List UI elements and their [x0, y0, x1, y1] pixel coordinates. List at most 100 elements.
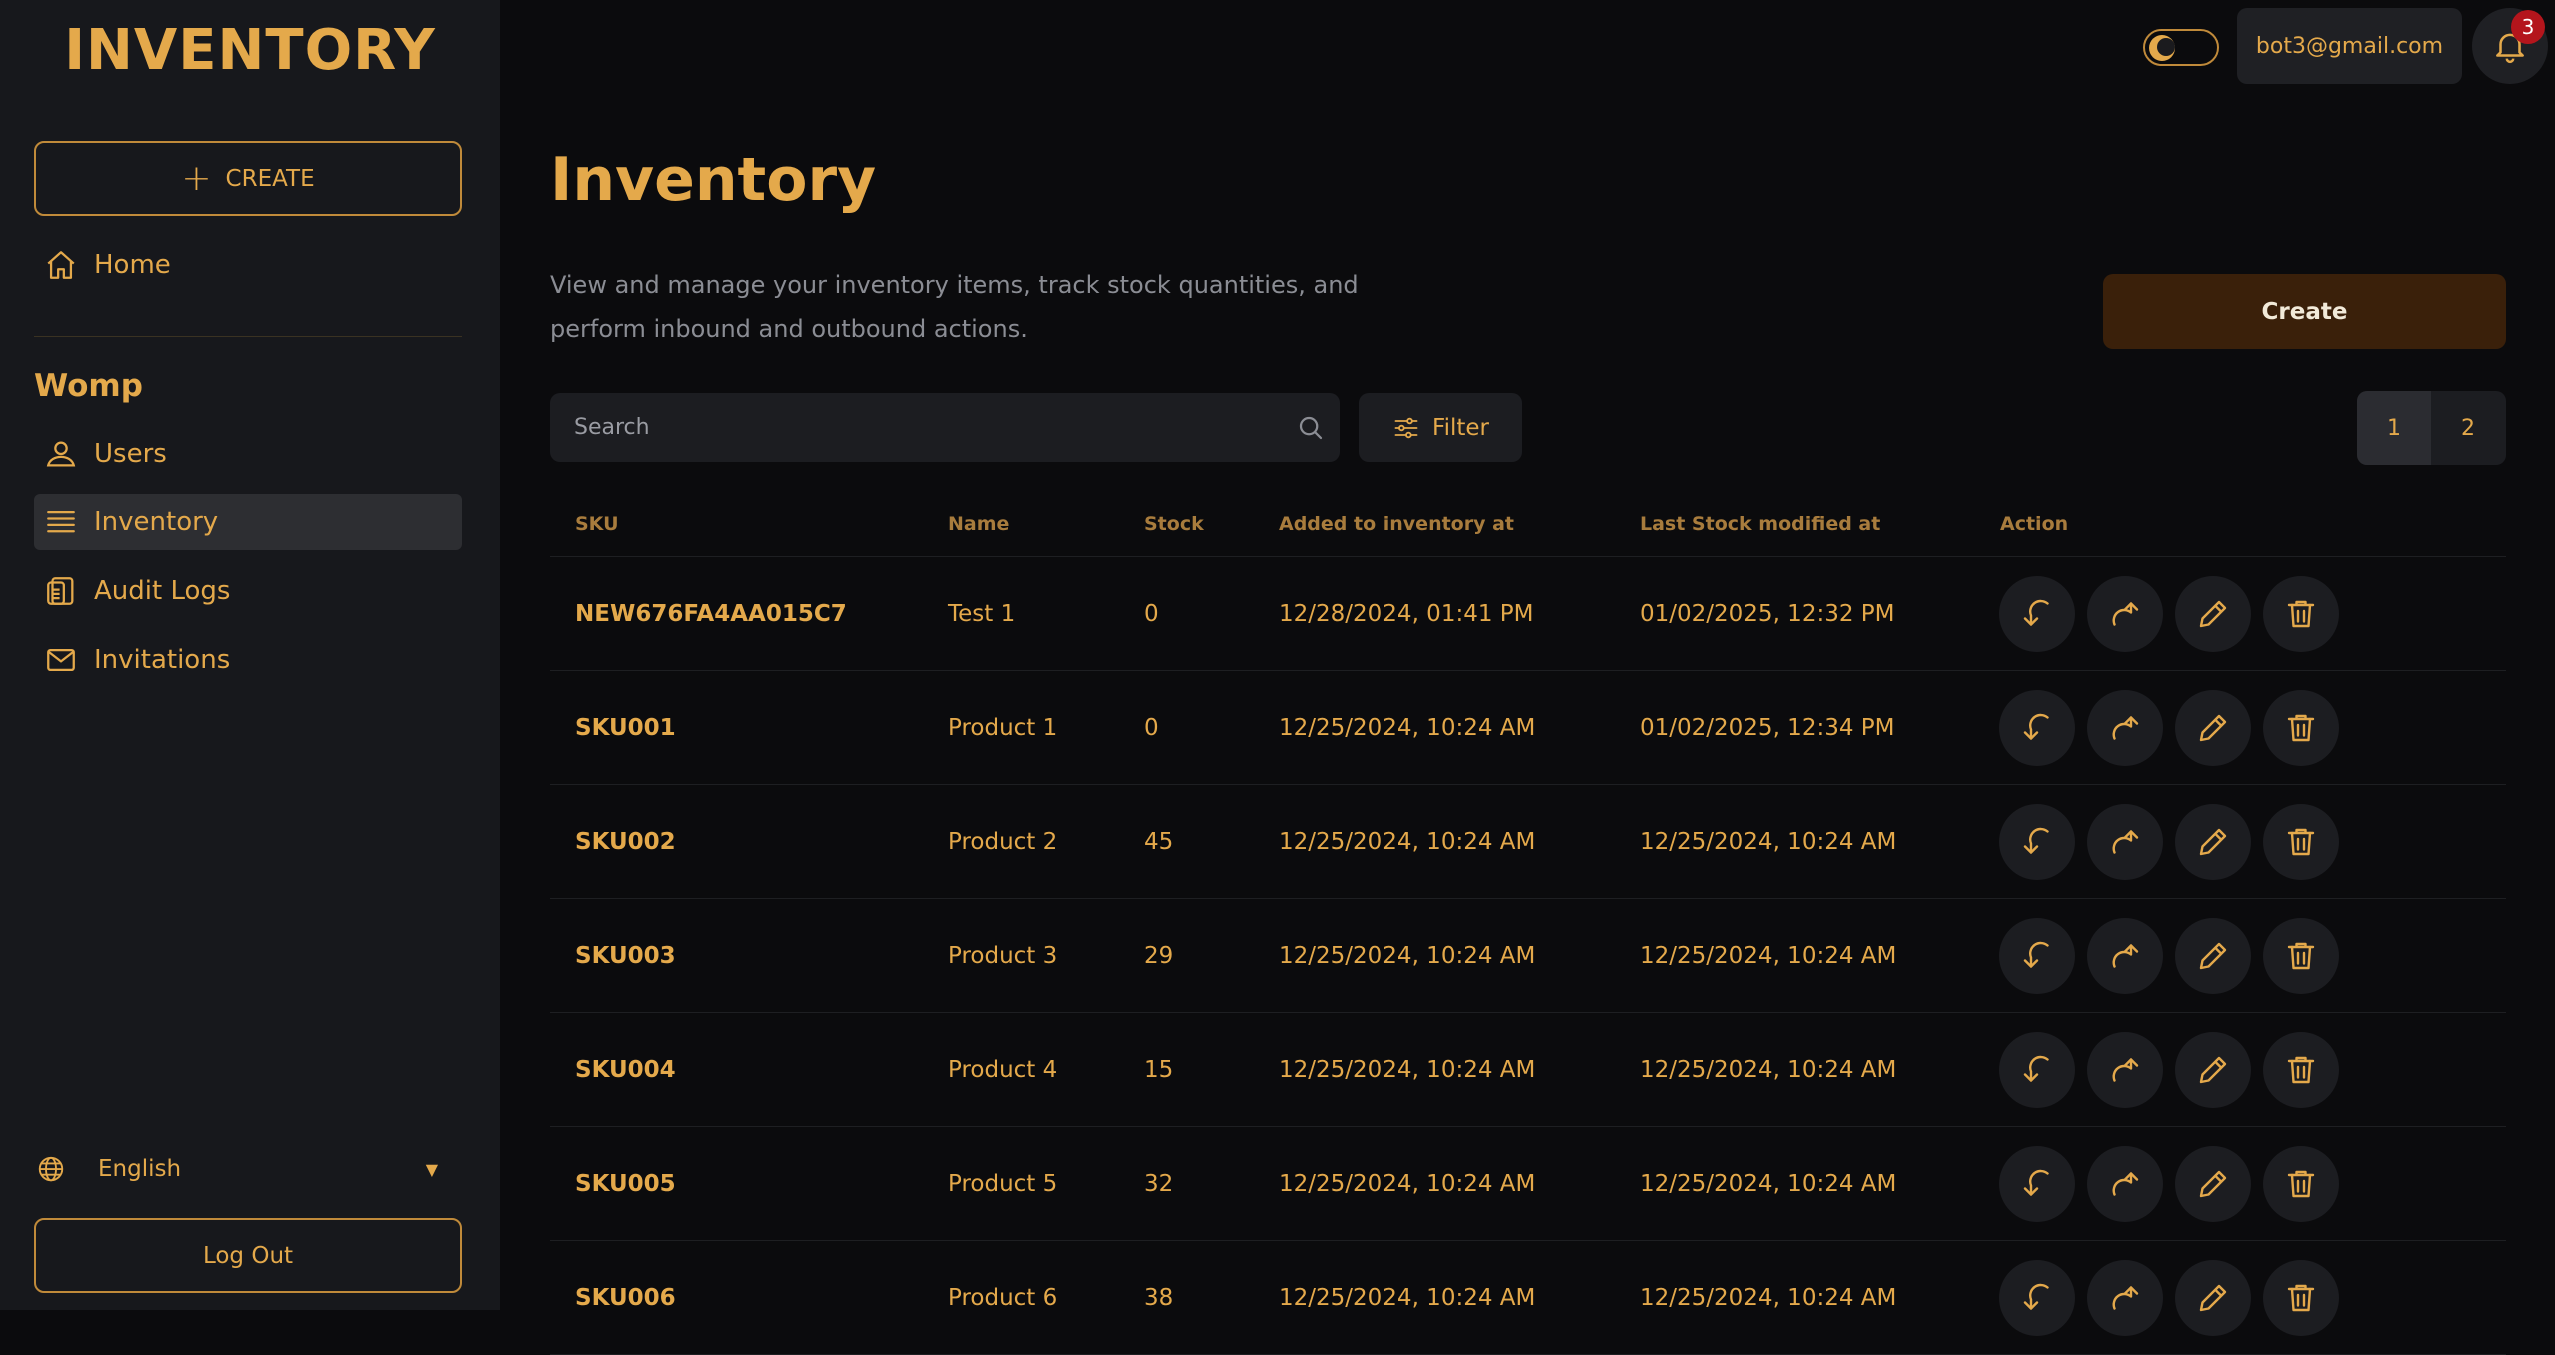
mail-icon	[47, 648, 75, 672]
column-header-stock[interactable]: Stock	[1144, 513, 1204, 535]
trash-icon	[2287, 1056, 2315, 1084]
cell-sku: SKU004	[575, 1057, 676, 1083]
row-actions	[1999, 690, 2339, 766]
pencil-icon	[2199, 1284, 2227, 1312]
outbound-button[interactable]	[2087, 1032, 2163, 1108]
sidebar-item-home[interactable]: Home	[34, 237, 462, 293]
trash-icon	[2287, 600, 2315, 628]
cell-name: Product 6	[948, 1285, 1058, 1311]
user-email-button[interactable]: bot3@gmail.com	[2237, 8, 2462, 84]
row-actions	[1999, 1260, 2339, 1336]
inbound-button[interactable]	[1999, 1032, 2075, 1108]
cell-modified: 01/02/2025, 12:32 PM	[1640, 601, 1895, 627]
trash-icon	[2287, 1284, 2315, 1312]
search-box	[550, 393, 1340, 462]
pencil-icon	[2199, 1170, 2227, 1198]
inbound-button[interactable]	[1999, 576, 2075, 652]
sidebar-item-label: Audit Logs	[94, 576, 231, 606]
page-description: View and manage your inventory items, tr…	[550, 271, 1359, 343]
chevron-down-icon: ▼	[425, 1159, 438, 1179]
sidebar-item-users[interactable]: Users	[34, 426, 462, 482]
cell-modified: 01/02/2025, 12:34 PM	[1640, 715, 1895, 741]
row-actions	[1999, 576, 2339, 652]
home-icon	[47, 251, 75, 279]
outbound-button[interactable]	[2087, 1260, 2163, 1336]
sidebar-item-label: Invitations	[94, 645, 231, 675]
create-button[interactable]: Create	[2103, 274, 2506, 349]
sidebar-item-label: Users	[94, 439, 167, 469]
cell-added: 12/25/2024, 10:24 AM	[1279, 715, 1536, 741]
edit-button[interactable]	[2175, 690, 2251, 766]
column-header-sku[interactable]: SKU	[575, 513, 619, 535]
inbound-button[interactable]	[1999, 918, 2075, 994]
delete-button[interactable]	[2263, 918, 2339, 994]
moon-icon	[2149, 35, 2175, 61]
delete-button[interactable]	[2263, 576, 2339, 652]
theme-toggle[interactable]	[2143, 29, 2219, 66]
sidebar-section-title: Womp	[34, 368, 143, 404]
column-header-action: Action	[2000, 513, 2069, 535]
globe-icon	[38, 1156, 64, 1182]
outbound-button[interactable]	[2087, 1146, 2163, 1222]
delete-button[interactable]	[2263, 804, 2339, 880]
search-input[interactable]	[574, 415, 1274, 440]
edit-button[interactable]	[2175, 918, 2251, 994]
outbound-button[interactable]	[2087, 576, 2163, 652]
pencil-icon	[2199, 1056, 2227, 1084]
outbound-button[interactable]	[2087, 804, 2163, 880]
inbound-button[interactable]	[1999, 690, 2075, 766]
page-button-1[interactable]: 1	[2357, 391, 2431, 465]
outbound-button[interactable]	[2087, 918, 2163, 994]
sidebar-item-label: Home	[94, 250, 171, 280]
sidebar-item-invitations[interactable]: Invitations	[34, 632, 462, 688]
delete-button[interactable]	[2263, 1032, 2339, 1108]
trash-icon	[2287, 828, 2315, 856]
inbound-button[interactable]	[1999, 1260, 2075, 1336]
sidebar-item-audit-logs[interactable]: Audit Logs	[34, 563, 462, 619]
table-row: SKU003 Product 3 29 12/25/2024, 10:24 AM 12/…	[550, 899, 2506, 1013]
column-header-modified[interactable]: Last Stock modified at	[1640, 513, 1880, 535]
edit-button[interactable]	[2175, 1146, 2251, 1222]
outbound-arrow-icon	[2112, 1286, 2139, 1310]
inbound-button[interactable]	[1999, 804, 2075, 880]
outbound-arrow-icon	[2112, 1172, 2139, 1196]
edit-button[interactable]	[2175, 804, 2251, 880]
language-select[interactable]: English ▼	[34, 1146, 462, 1192]
outbound-button[interactable]	[2087, 690, 2163, 766]
row-actions	[1999, 918, 2339, 994]
sliders-icon	[1394, 417, 1418, 438]
outbound-arrow-icon	[2112, 830, 2139, 854]
column-header-added[interactable]: Added to inventory at	[1279, 513, 1514, 535]
inbound-button[interactable]	[1999, 1146, 2075, 1222]
edit-button[interactable]	[2175, 1032, 2251, 1108]
pagination: 1 2	[2357, 391, 2506, 465]
inbound-arrow-icon	[2023, 1169, 2049, 1196]
sidebar-item-label: Inventory	[94, 507, 219, 537]
edit-button[interactable]	[2175, 1260, 2251, 1336]
cell-added: 12/25/2024, 10:24 AM	[1279, 943, 1536, 969]
table-header: SKU Name Stock Added to inventory at Las…	[550, 503, 2506, 557]
table-row: SKU004 Product 4 15 12/25/2024, 10:24 AM 12/…	[550, 1013, 2506, 1127]
delete-button[interactable]	[2263, 1146, 2339, 1222]
cell-sku: NEW676FA4AA015C7	[575, 601, 847, 627]
edit-button[interactable]	[2175, 576, 2251, 652]
search-icon[interactable]	[1296, 413, 1326, 443]
delete-button[interactable]	[2263, 690, 2339, 766]
page-title: Inventory	[550, 145, 877, 215]
app-logo: INVENTORY	[64, 18, 436, 83]
sidebar-create-button[interactable]: + CREATE	[34, 141, 462, 216]
delete-button[interactable]	[2263, 1260, 2339, 1336]
sidebar-item-inventory[interactable]: Inventory	[34, 494, 462, 550]
cell-stock: 15	[1144, 1057, 1174, 1083]
cell-sku: SKU001	[575, 715, 676, 741]
trash-icon	[2287, 942, 2315, 970]
page-button-2[interactable]: 2	[2431, 391, 2505, 465]
cell-stock: 0	[1144, 715, 1159, 741]
cell-modified: 12/25/2024, 10:24 AM	[1640, 943, 1897, 969]
column-header-name[interactable]: Name	[948, 513, 1009, 535]
outbound-arrow-icon	[2112, 716, 2139, 740]
logout-button[interactable]: Log Out	[34, 1218, 462, 1293]
filter-button[interactable]: Filter	[1359, 393, 1522, 462]
cell-name: Product 2	[948, 829, 1058, 855]
outbound-arrow-icon	[2112, 944, 2139, 968]
